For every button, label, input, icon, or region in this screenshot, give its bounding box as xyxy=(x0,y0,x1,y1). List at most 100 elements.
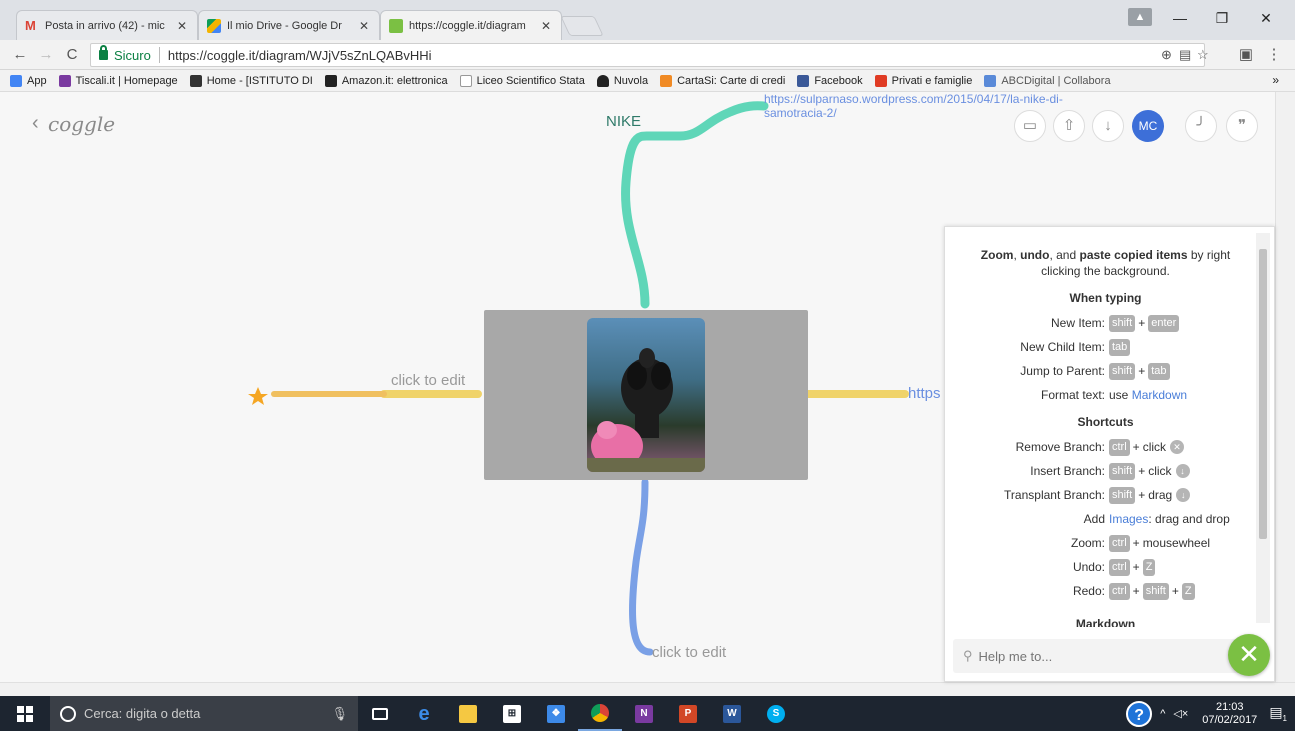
extension-icon[interactable]: ▣ xyxy=(1236,45,1256,65)
help-row-redo: Redo: ctrl + shift + Z xyxy=(967,579,1244,603)
close-help-button[interactable]: ✕ xyxy=(1228,634,1270,676)
minimize-icon[interactable]: — xyxy=(1166,10,1194,30)
dog-photo-illustration xyxy=(587,348,705,472)
tab-gmail[interactable]: M Posta in arrivo (42) - mic ✕ xyxy=(16,10,198,40)
clock-date: 07/02/2017 xyxy=(1202,713,1258,726)
bottom-node-label[interactable]: click to edit xyxy=(652,644,726,661)
close-icon[interactable]: ✕ xyxy=(175,19,189,33)
key-ctrl: ctrl xyxy=(1109,558,1130,576)
reload-icon[interactable]: C xyxy=(62,45,82,65)
key-ctrl: ctrl xyxy=(1109,438,1130,456)
taskbar-search[interactable]: Cerca: digita o detta 🎙 xyxy=(50,696,358,731)
help-label: Undo: xyxy=(1072,560,1105,574)
taskbar-chrome[interactable] xyxy=(578,696,622,731)
tab-coggle[interactable]: https://coggle.it/diagram ✕ xyxy=(380,10,562,40)
taskbar-dropbox[interactable]: ❖ xyxy=(534,696,578,731)
taskbar-explorer[interactable] xyxy=(446,696,490,731)
notifications-icon[interactable]: ▤1 xyxy=(1269,704,1287,723)
bookmark-liceo[interactable]: Liceo Scientifico Stata xyxy=(459,74,585,87)
right-node-link[interactable]: https xyxy=(908,385,941,402)
help-intro-paste: paste copied items xyxy=(1079,248,1188,262)
help-row-new-child: New Child Item: tab xyxy=(967,335,1244,359)
task-view-button[interactable] xyxy=(358,696,402,731)
transplant-arrow-icon: ↓ xyxy=(1176,488,1191,502)
address-bar[interactable]: Sicuro https://coggle.it/diagram/WJjV5sZ… xyxy=(90,43,1209,67)
close-icon[interactable]: ✕ xyxy=(539,19,553,33)
download-icon[interactable]: ↓ xyxy=(1092,110,1124,142)
chevron-up-icon[interactable]: ^ xyxy=(1160,708,1165,720)
left-node-label[interactable]: click to edit xyxy=(391,372,465,389)
lock-icon xyxy=(99,45,108,60)
task-view-icon xyxy=(372,707,388,720)
bookmark-abcdigital[interactable]: ABCDigital | Collabora xyxy=(984,74,1111,87)
help-text: : drag and drop xyxy=(1148,512,1230,526)
clock[interactable]: 21:03 07/02/2017 xyxy=(1202,701,1257,727)
remove-x-icon: ✕ xyxy=(1170,440,1185,454)
help-search-box[interactable]: ⚲ xyxy=(953,639,1253,673)
bookmark-facebook[interactable]: Facebook xyxy=(797,74,863,87)
new-tab-button[interactable] xyxy=(560,16,604,36)
bookmark-nuvola[interactable]: Nuvola xyxy=(596,74,648,87)
bookmark-apps[interactable]: App xyxy=(10,74,47,87)
page-vertical-scrollbar[interactable] xyxy=(1275,92,1295,682)
profile-icon[interactable]: ▲ xyxy=(1128,8,1152,26)
help-scroll-thumb[interactable] xyxy=(1259,249,1267,539)
help-label: Redo: xyxy=(1072,584,1105,598)
share-upload-icon[interactable]: ⇧ xyxy=(1053,110,1085,142)
menu-icon[interactable]: ⋮ xyxy=(1264,45,1284,65)
help-text: click xyxy=(1148,464,1172,478)
bookmarks-more-button[interactable]: » xyxy=(1272,73,1279,87)
microphone-icon[interactable]: 🎙 xyxy=(331,706,348,722)
help-label: Format text: xyxy=(1040,388,1105,402)
nike-node-label[interactable]: NIKE xyxy=(606,113,641,130)
quote-icon[interactable]: ❞ xyxy=(1226,110,1258,142)
taskbar-onenote[interactable]: N xyxy=(622,696,666,731)
history-icon[interactable]: ╯ xyxy=(1185,110,1217,142)
taskbar-edge[interactable]: e xyxy=(402,696,446,731)
onenote-icon: N xyxy=(635,704,653,723)
zoom-icon[interactable]: ⊕ xyxy=(1161,47,1172,63)
help-scrollbar[interactable] xyxy=(1256,233,1270,623)
images-link[interactable]: Images xyxy=(1109,512,1148,526)
forward-arrow-icon[interactable]: → xyxy=(36,45,56,65)
edge-icon: e xyxy=(418,702,430,725)
close-icon[interactable]: ✕ xyxy=(357,19,371,33)
coggle-icon xyxy=(389,18,403,33)
bookmark-cartasi[interactable]: CartaSi: Carte di credi xyxy=(660,74,785,87)
restore-icon[interactable]: ❐ xyxy=(1208,10,1236,30)
start-button[interactable] xyxy=(0,696,50,731)
file-explorer-icon xyxy=(459,704,477,723)
bookmark-amazon[interactable]: Amazon.it: elettronica xyxy=(324,74,448,87)
back-arrow-icon[interactable]: ← xyxy=(10,45,30,65)
privati-icon xyxy=(874,74,887,87)
bookmark-istituto[interactable]: Home - [ISTITUTO DI xyxy=(189,74,313,87)
help-question-icon[interactable]: ? xyxy=(1126,700,1153,727)
translate-icon[interactable]: ▤ xyxy=(1179,47,1191,63)
taskbar-powerpoint[interactable]: P xyxy=(666,696,710,731)
presentation-icon[interactable]: ▭ xyxy=(1014,110,1046,142)
help-search-input[interactable] xyxy=(978,648,1229,664)
tiscali-icon xyxy=(58,74,71,87)
url-text[interactable]: https://coggle.it/diagram/WJjV5sZnLQABvH… xyxy=(168,48,432,63)
bookmark-privati[interactable]: Privati e famiglie xyxy=(874,74,972,87)
key-tab: tab xyxy=(1148,362,1170,380)
markdown-link[interactable]: Markdown xyxy=(1132,388,1187,402)
help-text: use xyxy=(1109,388,1129,402)
central-image-node[interactable] xyxy=(484,310,808,480)
star-bookmark-icon[interactable]: ☆ xyxy=(1197,47,1209,63)
help-heading-typing: When typing xyxy=(1069,291,1142,305)
taskbar-skype[interactable]: S xyxy=(754,696,798,731)
taskbar-store[interactable]: ⊞ xyxy=(490,696,534,731)
help-row-add-images: Add Images: drag and drop xyxy=(967,507,1244,531)
tab-coggle-title: https://coggle.it/diagram xyxy=(409,19,526,32)
search-icon: ⚲ xyxy=(963,648,973,663)
taskbar-word[interactable]: W xyxy=(710,696,754,731)
page-horizontal-scrollbar[interactable] xyxy=(0,682,1295,696)
help-row-remove-branch: Remove Branch: ctrl + click ✕ xyxy=(967,435,1244,459)
avatar[interactable]: MC xyxy=(1132,110,1164,142)
close-window-icon[interactable]: ✕ xyxy=(1252,10,1280,30)
plus: + xyxy=(1132,584,1140,598)
bookmark-tiscali[interactable]: Tiscali.it | Homepage xyxy=(58,74,178,87)
volume-icon[interactable]: ◁× xyxy=(1173,707,1188,720)
tab-drive[interactable]: Il mio Drive - Google Dr ✕ xyxy=(198,10,380,40)
